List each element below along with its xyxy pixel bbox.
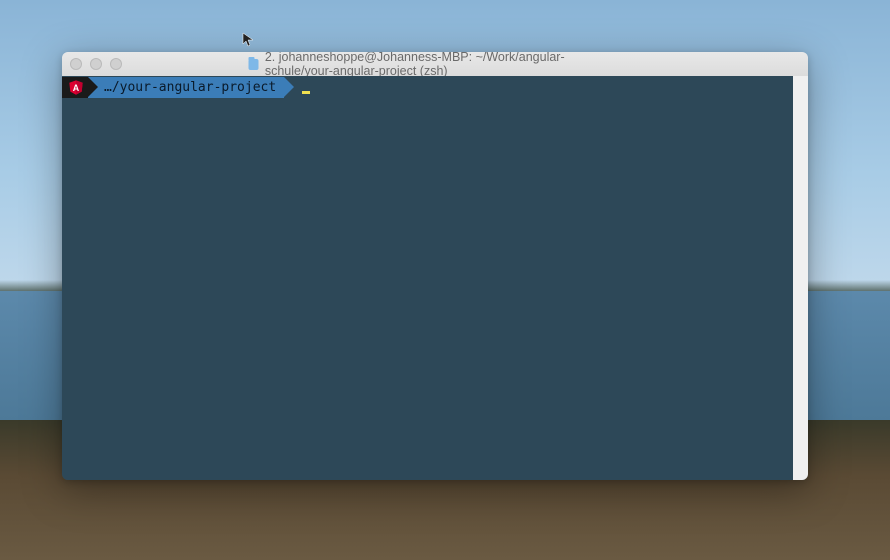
window-titlebar[interactable]: 2. johanneshoppe@Johanness-MBP: ~/Work/a… [62,52,808,76]
terminal-cursor [302,91,310,94]
window-title: 2. johanneshoppe@Johanness-MBP: ~/Work/a… [249,52,622,78]
prompt-line: A …/your-angular-project [62,76,808,98]
terminal-content[interactable]: A …/your-angular-project [62,76,808,480]
prompt-segment-icon: A [62,77,88,98]
mouse-cursor-icon [242,32,258,48]
minimize-button[interactable] [90,58,102,70]
close-button[interactable] [70,58,82,70]
angular-icon: A [68,79,84,96]
terminal-window: 2. johanneshoppe@Johanness-MBP: ~/Work/a… [62,52,808,480]
window-title-text: 2. johanneshoppe@Johanness-MBP: ~/Work/a… [265,52,622,78]
prompt-path-text: …/your-angular-project [104,78,276,98]
svg-text:A: A [73,83,80,93]
maximize-button[interactable] [110,58,122,70]
prompt-segment-path: …/your-angular-project [88,77,284,98]
folder-icon [249,59,259,70]
window-controls [70,58,122,70]
scrollbar[interactable] [793,76,808,480]
